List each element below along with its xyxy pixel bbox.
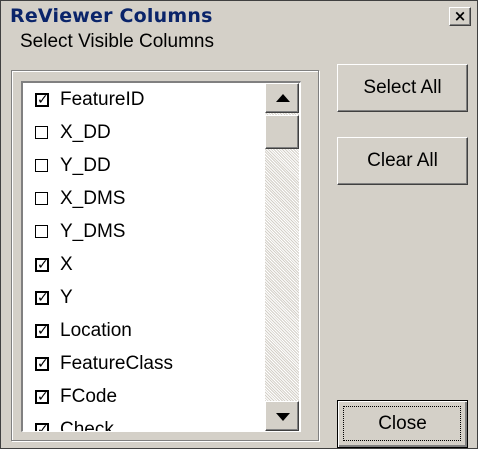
reviewer-columns-dialog: ReViewer Columns × Select Visible Column… [0, 0, 478, 449]
checked-checkbox[interactable]: ✓ [35, 323, 49, 338]
window-title: ReViewer Columns [10, 5, 213, 27]
checked-checkbox[interactable]: ✓ [35, 422, 49, 431]
list-item[interactable]: ✓ FeatureClass [23, 347, 263, 380]
unchecked-checkbox[interactable] [35, 225, 48, 238]
title-bar[interactable]: ReViewer Columns × [2, 2, 476, 30]
triangle-up-icon [276, 94, 290, 102]
checked-checkbox[interactable]: ✓ [35, 257, 49, 272]
list-item[interactable]: Y_DD [23, 149, 263, 182]
clear-all-button[interactable]: Clear All [337, 137, 468, 185]
checked-checkbox[interactable]: ✓ [35, 290, 49, 305]
list-item[interactable]: X_DMS [23, 182, 263, 215]
columns-list: ✓ FeatureID X_DD Y_DD X_DMS Y_DMS ✓ X ✓ Y ✓ Locatio… [23, 83, 263, 432]
list-item[interactable]: ✓ Check [23, 413, 263, 432]
list-item-label: Location [60, 319, 132, 341]
unchecked-checkbox[interactable] [35, 159, 48, 172]
list-item[interactable]: ✓ FCode [23, 380, 263, 413]
columns-listbox[interactable]: ✓ FeatureID X_DD Y_DD X_DMS Y_DMS ✓ X ✓ Y ✓ Locatio… [21, 81, 301, 432]
unchecked-checkbox[interactable] [35, 192, 48, 205]
list-item-label: X_DMS [60, 187, 126, 209]
checked-checkbox[interactable]: ✓ [35, 389, 49, 404]
select-all-button[interactable]: Select All [337, 64, 468, 112]
list-item[interactable]: ✓ X [23, 248, 263, 281]
list-item-label: X [60, 253, 73, 275]
group-label: Select Visible Columns [17, 31, 217, 53]
close-button[interactable]: Close [337, 400, 468, 448]
list-item-label: Y_DMS [60, 220, 126, 242]
list-item[interactable]: ✓ FeatureID [23, 83, 263, 116]
close-icon[interactable]: × [449, 7, 471, 26]
list-item[interactable]: ✓ Y [23, 281, 263, 314]
list-item[interactable]: Y_DMS [23, 215, 263, 248]
checked-checkbox[interactable]: ✓ [35, 92, 49, 107]
list-item-label: FeatureClass [60, 352, 173, 374]
checked-checkbox[interactable]: ✓ [35, 356, 49, 371]
triangle-down-icon [276, 413, 290, 421]
list-item-label: FCode [60, 385, 118, 407]
focus-ring [343, 406, 461, 441]
list-item[interactable]: X_DD [23, 116, 263, 149]
scroll-thumb[interactable] [265, 115, 299, 149]
scroll-down-button[interactable] [265, 401, 299, 431]
unchecked-checkbox[interactable] [35, 126, 48, 139]
select-all-label: Select All [363, 77, 442, 98]
list-item[interactable]: ✓ Location [23, 314, 263, 347]
list-item-label: FeatureID [60, 88, 145, 110]
vertical-scrollbar[interactable] [265, 83, 299, 431]
scroll-up-button[interactable] [265, 83, 299, 113]
list-item-label: Y_DD [60, 154, 111, 176]
list-item-label: Y [60, 286, 73, 308]
clear-all-label: Clear All [367, 150, 438, 171]
list-item-label: X_DD [60, 121, 111, 143]
list-item-label: Check [60, 418, 114, 432]
